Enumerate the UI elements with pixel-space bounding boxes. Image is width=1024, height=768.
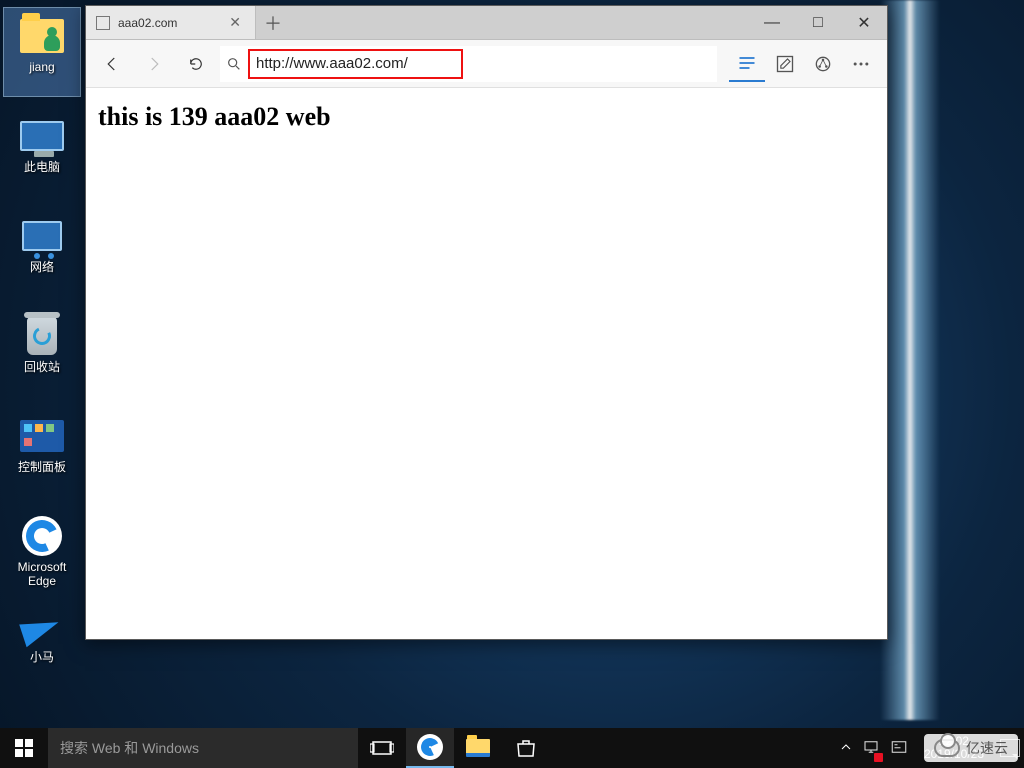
new-tab-button[interactable]: ＋: [256, 6, 290, 39]
ellipsis-icon: [851, 54, 871, 74]
taskbar-app-store[interactable]: [502, 728, 550, 768]
arrow-right-icon: [145, 55, 163, 73]
refresh-button[interactable]: [178, 46, 214, 82]
share-button[interactable]: [805, 46, 841, 82]
desktop-icon-edge[interactable]: Microsoft Edge: [4, 508, 80, 596]
page-content: this is 139 aaa02 web: [86, 88, 887, 639]
page-icon: [96, 16, 110, 30]
desktop-icon-label: 回收站: [24, 360, 60, 374]
browser-tab[interactable]: aaa02.com ✕: [86, 6, 256, 39]
windows-logo-icon: [15, 739, 33, 757]
desktop-icon-label: 此电脑: [24, 160, 60, 174]
desktop: jiang 此电脑 网络 回收站 控制面板 Microsoft Edge: [0, 0, 1024, 768]
cloud-icon: [934, 739, 960, 757]
tray-overflow-button[interactable]: [840, 741, 852, 756]
tray-network-button[interactable]: [862, 738, 880, 759]
refresh-icon: [187, 55, 205, 73]
taskbar-apps: [358, 728, 550, 768]
maximize-button[interactable]: □: [795, 6, 841, 39]
tab-close-button[interactable]: ✕: [225, 14, 245, 31]
desktop-icon-control-panel[interactable]: 控制面板: [4, 408, 80, 496]
tray-ime-button[interactable]: [890, 738, 908, 759]
taskbar-app-edge[interactable]: [406, 728, 454, 768]
minimize-button[interactable]: —: [749, 6, 795, 39]
store-icon: [514, 736, 538, 760]
watermark: 亿速云: [924, 734, 1018, 762]
desktop-icon-label: 小马: [30, 650, 54, 664]
desktop-icon-label: 控制面板: [18, 460, 66, 474]
taskbar-search[interactable]: 搜索 Web 和 Windows: [48, 728, 358, 768]
edge-icon: [18, 514, 66, 558]
search-placeholder: 搜索 Web 和 Windows: [60, 738, 199, 758]
back-button[interactable]: [94, 46, 130, 82]
tab-title: aaa02.com: [118, 16, 225, 30]
control-panel-icon: [18, 414, 66, 458]
close-button[interactable]: ✕: [841, 6, 887, 39]
desktop-icon-label: jiang: [29, 60, 54, 74]
address-bar: [220, 46, 717, 82]
network-icon: [18, 214, 66, 258]
file-explorer-icon: [466, 739, 490, 757]
desktop-icons: jiang 此电脑 网络 回收站 控制面板 Microsoft Edge: [4, 8, 80, 686]
task-view-icon: [370, 736, 394, 760]
this-pc-icon: [18, 114, 66, 158]
paper-plane-icon: [18, 604, 66, 648]
watermark-text: 亿速云: [966, 738, 1008, 758]
reading-list-icon: [737, 53, 757, 73]
search-icon[interactable]: [220, 56, 248, 72]
desktop-icon-network[interactable]: 网络: [4, 208, 80, 296]
network-error-badge: [874, 753, 883, 762]
desktop-icon-this-pc[interactable]: 此电脑: [4, 108, 80, 196]
share-icon: [813, 54, 833, 74]
desktop-icon-user-folder[interactable]: jiang: [4, 8, 80, 96]
wallpaper-lightbeam: [880, 0, 940, 720]
taskbar-app-file-explorer[interactable]: [454, 728, 502, 768]
pen-icon: [775, 54, 795, 74]
arrow-left-icon: [103, 55, 121, 73]
folder-user-icon: [18, 14, 66, 58]
url-input[interactable]: [248, 49, 463, 79]
web-note-button[interactable]: [767, 46, 803, 82]
ime-icon: [890, 738, 908, 756]
edge-browser-window: aaa02.com ✕ ＋ — □ ✕: [85, 5, 888, 640]
window-controls: — □ ✕: [749, 6, 887, 39]
taskbar: 搜索 Web 和 Windows: [0, 728, 1024, 768]
page-heading: this is 139 aaa02 web: [98, 102, 875, 132]
reading-view-button[interactable]: [729, 46, 765, 82]
forward-button[interactable]: [136, 46, 172, 82]
task-view-button[interactable]: [358, 728, 406, 768]
recycle-bin-icon: [18, 314, 66, 358]
toolbar-right: [729, 46, 879, 82]
more-button[interactable]: [843, 46, 879, 82]
chevron-up-icon: [840, 741, 852, 753]
desktop-icon-xiaoma[interactable]: 小马: [4, 598, 80, 686]
desktop-icon-label: Microsoft Edge: [18, 560, 67, 588]
edge-icon: [417, 734, 443, 760]
browser-toolbar: [86, 40, 887, 88]
desktop-icon-recycle-bin[interactable]: 回收站: [4, 308, 80, 396]
start-button[interactable]: [0, 728, 48, 768]
desktop-icon-label: 网络: [30, 260, 54, 274]
tab-strip: aaa02.com ✕ ＋ — □ ✕: [86, 6, 887, 40]
